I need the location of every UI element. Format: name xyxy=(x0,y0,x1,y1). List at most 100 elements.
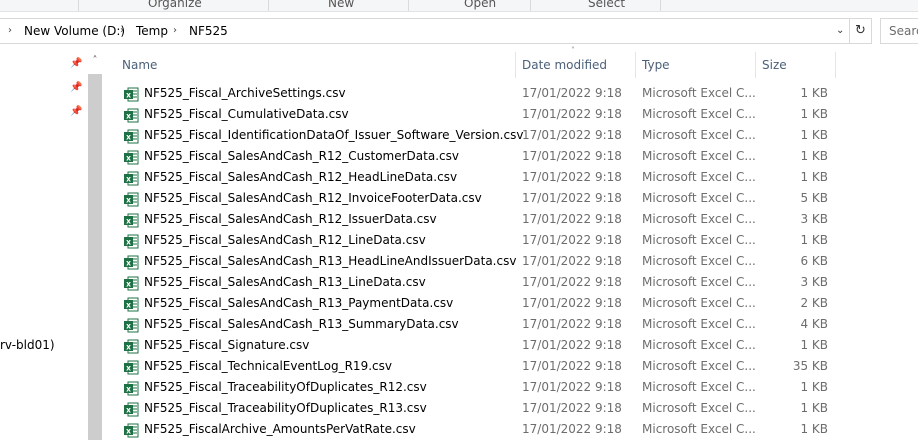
file-row[interactable]: x NF525_Fiscal_TraceabilityOfDuplicates_… xyxy=(116,378,836,399)
file-date-modified: 17/01/2022 9:18 xyxy=(522,380,622,394)
address-bar[interactable]: › New Volume (D:) › Temp › NF525 ⌄ xyxy=(0,18,850,44)
excel-csv-file-icon: x xyxy=(124,150,139,165)
file-row[interactable]: x NF525_Fiscal_SalesAndCash_R12_InvoiceF… xyxy=(116,189,836,210)
file-name: NF525_Fiscal_SalesAndCash_R13_HeadLineAn… xyxy=(144,254,517,268)
excel-csv-file-icon: x xyxy=(124,360,139,375)
file-row[interactable]: x NF525_Fiscal_CumulativeData.csv 17/01/… xyxy=(116,105,836,126)
file-type: Microsoft Excel C... xyxy=(642,107,756,121)
navigation-pane: 📌 📌 📌 rv-bld01) ˄ xyxy=(0,52,102,440)
file-size: 1 KB xyxy=(800,380,828,394)
file-type: Microsoft Excel C... xyxy=(642,212,756,226)
excel-csv-file-icon: x xyxy=(124,87,139,102)
file-row[interactable]: x NF525_Fiscal_SalesAndCash_R12_LineData… xyxy=(116,231,836,252)
file-name: NF525_Fiscal_SalesAndCash_R12_HeadLineDa… xyxy=(144,170,458,184)
search-box[interactable] xyxy=(880,18,918,44)
file-date-modified: 17/01/2022 9:18 xyxy=(522,275,622,289)
file-row[interactable]: x NF525_Fiscal_SalesAndCash_R13_LineData… xyxy=(116,273,836,294)
svg-text:x: x xyxy=(126,153,131,162)
svg-text:x: x xyxy=(126,426,131,435)
nav-item-network-drive[interactable]: rv-bld01) xyxy=(0,338,55,352)
ribbon-group-open: Open xyxy=(464,0,497,10)
file-row[interactable]: x NF525_Fiscal_TraceabilityOfDuplicates_… xyxy=(116,399,836,420)
svg-text:x: x xyxy=(126,300,131,309)
file-row[interactable]: x NF525_Fiscal_ArchiveSettings.csv 17/01… xyxy=(116,84,836,105)
file-type: Microsoft Excel C... xyxy=(642,170,756,184)
file-row[interactable]: x NF525_Fiscal_IdentificationDataOf_Issu… xyxy=(116,126,836,147)
file-type: Microsoft Excel C... xyxy=(642,254,756,268)
breadcrumb-new-volume[interactable]: New Volume (D:) xyxy=(24,24,125,38)
pin-icon[interactable]: 📌 xyxy=(70,58,82,69)
file-size: 1 KB xyxy=(800,128,828,142)
file-size: 5 KB xyxy=(800,191,828,205)
excel-csv-file-icon: x xyxy=(124,129,139,144)
file-name: NF525_Fiscal_SalesAndCash_R13_PaymentDat… xyxy=(144,296,454,310)
file-size: 35 KB xyxy=(792,359,828,373)
file-name: NF525_Fiscal_SalesAndCash_R12_InvoiceFoo… xyxy=(144,191,482,205)
scroll-up-icon[interactable]: ˄ xyxy=(88,54,102,68)
refresh-icon: ↻ xyxy=(855,23,866,38)
nav-scrollbar-thumb[interactable] xyxy=(88,74,102,440)
excel-csv-file-icon: x xyxy=(124,297,139,312)
file-date-modified: 17/01/2022 9:18 xyxy=(522,422,622,436)
svg-text:x: x xyxy=(126,237,131,246)
breadcrumb-nf525[interactable]: NF525 xyxy=(189,24,228,38)
breadcrumb-chevron-icon[interactable]: › xyxy=(8,25,12,36)
file-size: 1 KB xyxy=(800,86,828,100)
file-row[interactable]: x NF525_Fiscal_SalesAndCash_R12_IssuerDa… xyxy=(116,210,836,231)
column-divider[interactable] xyxy=(835,52,836,78)
ribbon-separator xyxy=(408,0,409,11)
file-date-modified: 17/01/2022 9:18 xyxy=(522,191,622,205)
file-type: Microsoft Excel C... xyxy=(642,86,756,100)
excel-csv-file-icon: x xyxy=(124,108,139,123)
file-type: Microsoft Excel C... xyxy=(642,422,756,436)
file-row[interactable]: x NF525_Fiscal_TechnicalEventLog_R19.csv… xyxy=(116,357,836,378)
ribbon-separator xyxy=(530,0,531,11)
ribbon-group-select: Select xyxy=(588,0,626,10)
file-date-modified: 17/01/2022 9:18 xyxy=(522,296,622,310)
file-name: NF525_Fiscal_SalesAndCash_R12_CustomerDa… xyxy=(144,149,459,163)
file-name: NF525_Fiscal_SalesAndCash_R13_LineData.c… xyxy=(144,275,426,289)
file-name: NF525_Fiscal_TechnicalEventLog_R19.csv xyxy=(144,359,392,373)
file-row[interactable]: x NF525_Fiscal_SalesAndCash_R13_SummaryD… xyxy=(116,315,836,336)
file-row[interactable]: x NF525_Fiscal_SalesAndCash_R12_HeadLine… xyxy=(116,168,836,189)
column-header-type[interactable]: Type xyxy=(636,52,756,78)
svg-text:x: x xyxy=(126,111,131,120)
file-date-modified: 17/01/2022 9:18 xyxy=(522,86,622,100)
file-row[interactable]: x NF525_Fiscal_SalesAndCash_R13_HeadLine… xyxy=(116,252,836,273)
svg-text:x: x xyxy=(126,132,131,141)
column-header-date-modified[interactable]: Date modified xyxy=(516,52,636,78)
file-row[interactable]: x NF525_FiscalArchive_AmountsPerVatRate.… xyxy=(116,420,836,440)
pin-icon[interactable]: 📌 xyxy=(70,106,82,117)
column-header-size[interactable]: Size xyxy=(756,52,836,78)
file-type: Microsoft Excel C... xyxy=(642,359,756,373)
file-name: NF525_Fiscal_TraceabilityOfDuplicates_R1… xyxy=(144,380,427,394)
file-type: Microsoft Excel C... xyxy=(642,191,756,205)
svg-text:x: x xyxy=(126,216,131,225)
file-size: 3 KB xyxy=(800,212,828,226)
refresh-button[interactable]: ↻ xyxy=(850,18,872,44)
breadcrumb-temp[interactable]: Temp xyxy=(136,24,168,38)
search-input[interactable] xyxy=(881,19,918,43)
file-row[interactable]: x NF525_Fiscal_Signature.csv 17/01/2022 … xyxy=(116,336,836,357)
svg-text:x: x xyxy=(126,384,131,393)
file-type: Microsoft Excel C... xyxy=(642,380,756,394)
ribbon-group-new: New xyxy=(328,0,355,10)
breadcrumb-chevron-icon[interactable]: › xyxy=(173,25,177,36)
file-row[interactable]: x NF525_Fiscal_SalesAndCash_R12_Customer… xyxy=(116,147,836,168)
file-date-modified: 17/01/2022 9:18 xyxy=(522,107,622,121)
file-size: 4 KB xyxy=(800,317,828,331)
file-type: Microsoft Excel C... xyxy=(642,401,756,415)
file-row[interactable]: x NF525_Fiscal_SalesAndCash_R13_PaymentD… xyxy=(116,294,836,315)
svg-text:x: x xyxy=(126,174,131,183)
file-name: NF525_Fiscal_Signature.csv xyxy=(144,338,310,352)
excel-csv-file-icon: x xyxy=(124,213,139,228)
excel-csv-file-icon: x xyxy=(124,171,139,186)
ribbon-separator xyxy=(268,0,269,11)
svg-text:x: x xyxy=(126,342,131,351)
address-history-dropdown-icon[interactable]: ⌄ xyxy=(836,25,844,36)
ribbon-group-labels: Organize New Open Select xyxy=(0,0,918,12)
breadcrumb-chevron-icon[interactable]: › xyxy=(120,25,124,36)
pin-icon[interactable]: 📌 xyxy=(70,82,82,93)
column-header-name[interactable]: Name xyxy=(116,52,516,78)
file-size: 1 KB xyxy=(800,107,828,121)
